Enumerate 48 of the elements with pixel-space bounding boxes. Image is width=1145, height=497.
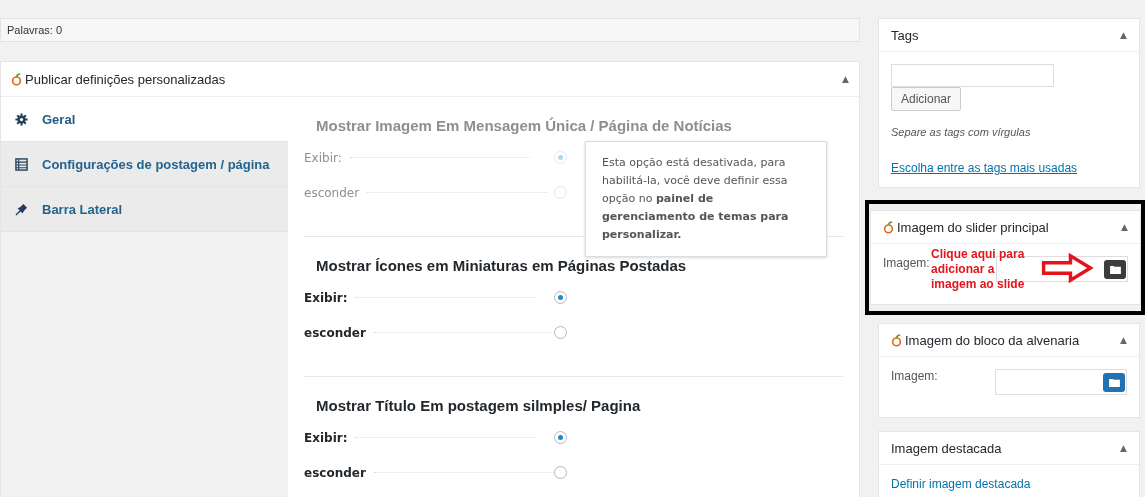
option-label: esconder — [304, 185, 360, 200]
option-label: Exibir: — [304, 290, 348, 305]
radio-button[interactable] — [553, 326, 567, 339]
section-title: Mostrar Título Em postagem silmples/ Pagina — [315, 397, 642, 414]
folder-icon — [1109, 264, 1121, 274]
settings-tab[interactable]: Barra Lateral — [1, 187, 288, 232]
pin-icon — [15, 202, 28, 216]
collapse-toggle[interactable]: ▲ — [1120, 30, 1127, 40]
field-label: Imagem: — [891, 369, 938, 385]
folder-icon — [1108, 377, 1120, 387]
fruit-icon — [883, 220, 894, 234]
collapse-toggle[interactable]: ▲ — [1121, 222, 1128, 232]
section-title: Mostrar Imagem Em Mensagem Única / Página de Notícias — [315, 117, 733, 134]
widget-title: Imagem destacada — [891, 440, 1003, 456]
collapse-toggle[interactable]: ▲ — [842, 74, 849, 84]
arrow-icon — [1041, 251, 1093, 285]
word-count-bar: Palavras: 0 — [0, 18, 860, 42]
annotation-text: Clique aqui para adicionar a imagem ao slide — [931, 247, 1026, 292]
image-field[interactable] — [995, 369, 1127, 395]
collapse-toggle[interactable]: ▲ — [1120, 443, 1127, 453]
option-label: Exibir: — [304, 150, 342, 165]
hint-text: Separe as tags com vírgulas — [891, 126, 1031, 138]
add-button[interactable]: Adicionar — [891, 87, 962, 111]
collapse-toggle[interactable]: ▲ — [1120, 335, 1127, 345]
gear-icon — [15, 112, 28, 126]
radio-button[interactable] — [553, 291, 567, 304]
tag-input-field[interactable] — [891, 64, 1054, 87]
field-label: Imagem: — [883, 256, 930, 272]
widget-title: Imagem do bloco da alvenaria — [905, 332, 1081, 348]
radio-button[interactable] — [553, 466, 567, 479]
option-label: Exibir: — [304, 430, 348, 445]
list-icon — [15, 157, 28, 171]
folder-button[interactable] — [1103, 372, 1125, 392]
option-label: esconder — [304, 465, 366, 480]
radio-button[interactable] — [553, 431, 567, 444]
featured-image-link[interactable]: Definir imagem destacada — [891, 477, 1031, 491]
widget-title: Tags — [891, 27, 920, 43]
settings-tab[interactable]: Configurações de postagem / página — [1, 142, 288, 187]
section-title: Mostrar Ícones em Miniaturas em Páginas Postadas — [315, 257, 688, 274]
tooltip: Esta opção está desativada, para habilitá-la, você deve definir essa opção no painel de gerenciamento de temas para personalizar. — [585, 141, 827, 257]
option-label: esconder — [304, 325, 366, 340]
panel-title: Publicar definições personalizadas — [25, 71, 227, 87]
fruit-icon — [891, 333, 902, 347]
widget-title: Imagem do slider principal — [897, 219, 1050, 235]
settings-tab[interactable]: Geral — [1, 97, 288, 142]
fruit-icon — [11, 72, 22, 86]
folder-button[interactable] — [1104, 259, 1126, 279]
tags-link[interactable]: Escolha entre as tags mais usadas — [891, 161, 1078, 175]
